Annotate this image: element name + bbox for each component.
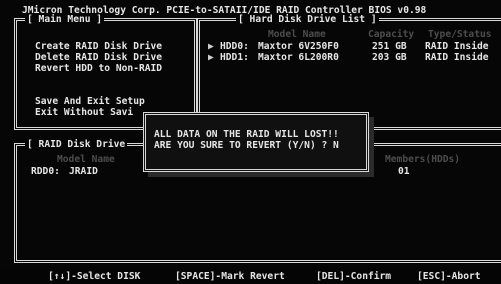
menu-item-exit-without-save[interactable]: Exit Without Savi bbox=[35, 107, 133, 118]
menu-item-create-raid[interactable]: Create RAID Disk Drive bbox=[35, 41, 162, 52]
hdd-col-model: Model Name bbox=[268, 29, 326, 40]
menu-item-revert-hdd[interactable]: Revert HDD to Non-RAID bbox=[35, 63, 162, 74]
hdd-model: Maxtor 6V250F0 bbox=[258, 41, 339, 52]
key-confirm: [DEL]-Confirm bbox=[316, 271, 392, 282]
key-mark-revert: [SPACE]-Mark Revert bbox=[175, 271, 285, 282]
key-abort: [ESC]-Abort bbox=[417, 271, 481, 282]
hdd-col-capacity: Capacity bbox=[368, 29, 415, 40]
raid-col-model: Model Name bbox=[57, 154, 115, 165]
raid-col-members: Members(HDDs) bbox=[385, 154, 461, 165]
main-menu-title: [ Main Menu ] bbox=[25, 14, 105, 25]
revert-confirm-dialog: ALL DATA ON THE RAID WILL LOST!! ARE YOU… bbox=[143, 112, 369, 172]
row-marker-icon: ▶ bbox=[208, 52, 214, 63]
hdd-col-type: Type/Status bbox=[428, 29, 492, 40]
key-select-disk: [↑↓]-Select DISK bbox=[48, 271, 141, 282]
hdd-id: HDD1: bbox=[220, 52, 249, 63]
hdd-id: HDD0: bbox=[220, 41, 249, 52]
hdd-type: RAID Inside bbox=[425, 41, 489, 52]
dialog-warning-text: ALL DATA ON THE RAID WILL LOST!! bbox=[154, 129, 339, 140]
raid-name: JRAID bbox=[69, 166, 98, 177]
hdd-capacity: 203 GB bbox=[372, 52, 407, 63]
hdd-model: Maxtor 6L200R0 bbox=[258, 52, 339, 63]
hdd-list-title: [ Hard Disk Drive List ] bbox=[236, 14, 379, 25]
key-help-bar: [↑↓]-Select DISK [SPACE]-Mark Revert [DE… bbox=[0, 267, 501, 284]
raid-members: 01 bbox=[398, 166, 410, 177]
raid-id: RDD0: bbox=[31, 166, 60, 177]
dialog-confirm-prompt[interactable]: ARE YOU SURE TO REVERT (Y/N) ? N bbox=[154, 140, 339, 151]
menu-item-save-exit[interactable]: Save And Exit Setup bbox=[35, 96, 145, 107]
row-marker-icon: ▶ bbox=[208, 41, 214, 52]
raid-list-title: [ RAID Disk Drive bbox=[25, 139, 128, 150]
menu-item-delete-raid[interactable]: Delete RAID Disk Drive bbox=[35, 52, 162, 63]
bios-screen: JMicron Technology Corp. PCIE-to-SATAII/… bbox=[0, 0, 501, 284]
hdd-capacity: 251 GB bbox=[372, 41, 407, 52]
hdd-type: RAID Inside bbox=[425, 52, 489, 63]
